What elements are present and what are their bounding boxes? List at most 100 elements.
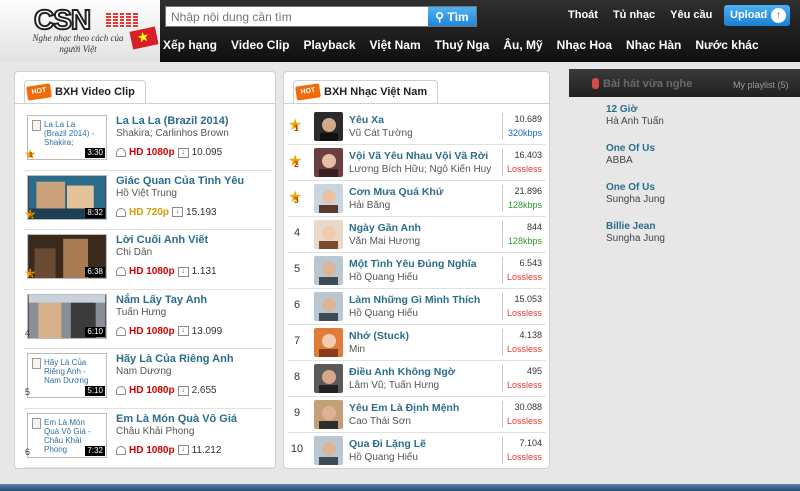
song-artist[interactable]: Lâm Vũ; Tuấn Hưng — [349, 380, 439, 391]
video-title[interactable]: Em Là Món Quà Vô Giá — [116, 413, 237, 425]
song-artist[interactable]: Cao Thái Sơn — [349, 416, 411, 427]
song-title[interactable]: Nhớ (Stuck) — [349, 330, 409, 342]
nav-item-us-uk[interactable]: Âu, Mỹ — [503, 38, 542, 52]
song-item[interactable]: ★ 3 Cơn Mưa Quá Khứ Hải Băng 21.896 128kb… — [288, 181, 546, 217]
my-playlist-link[interactable]: My playlist (5) — [733, 80, 789, 90]
recent-song-artist[interactable]: ABBA — [606, 155, 796, 166]
download-icon[interactable]: ↓ — [177, 445, 189, 455]
recent-song-item[interactable]: One Of Us ABBA — [606, 143, 796, 182]
recent-song-title[interactable]: Billie Jean — [606, 221, 796, 232]
video-artist[interactable]: Shakira; Carlinhos Brown — [116, 128, 229, 139]
artist-avatar[interactable] — [314, 220, 343, 249]
song-artist[interactable]: Lương Bích Hữu; Ngô Kiến Huy — [349, 164, 491, 175]
song-artist[interactable]: Hải Băng — [349, 200, 390, 211]
upload-button[interactable]: Upload ↑ — [724, 5, 790, 26]
video-artist[interactable]: Hồ Việt Trung — [116, 188, 177, 199]
recent-song-artist[interactable]: Sungha Jung — [606, 194, 796, 205]
song-title[interactable]: Điều Anh Không Ngờ — [349, 366, 455, 378]
artist-avatar[interactable] — [314, 292, 343, 321]
nav-item-vietnam[interactable]: Việt Nam — [370, 38, 421, 52]
video-item[interactable]: 6:38 ★ 3 Lời Cuối Anh Viết Chi Dân HD 108… — [24, 230, 272, 290]
song-artist[interactable]: Min — [349, 344, 365, 355]
song-item[interactable]: 4 Ngày Gần Anh Văn Mai Hương 844 128kbps — [288, 217, 546, 253]
logout-link[interactable]: Thoát — [568, 9, 598, 21]
video-thumbnail[interactable]: 8:32 — [27, 174, 107, 220]
song-title[interactable]: Vội Vã Yêu Nhau Vội Vã Rời — [349, 150, 488, 162]
artist-avatar[interactable] — [314, 184, 343, 213]
nav-item-playback[interactable]: Playback — [303, 38, 355, 52]
video-title[interactable]: Nắm Lấy Tay Anh — [116, 294, 207, 306]
request-link[interactable]: Yêu cầu — [670, 9, 712, 21]
search-input[interactable] — [166, 7, 428, 26]
my-music-link[interactable]: Tủ nhạc — [613, 9, 655, 21]
song-item[interactable]: 9 Yêu Em Là Định Mệnh Cao Thái Sơn 30.08… — [288, 397, 546, 433]
artist-avatar[interactable] — [314, 400, 343, 429]
nav-item-video-clip[interactable]: Video Clip — [231, 38, 289, 52]
video-item[interactable]: 6:10 4 Nắm Lấy Tay Anh Tuấn Hưng HD 1080… — [24, 290, 272, 349]
song-artist[interactable]: Hồ Quang Hiếu — [349, 272, 418, 283]
video-artist[interactable]: Tuấn Hưng — [116, 307, 166, 318]
artist-avatar[interactable] — [314, 112, 343, 141]
song-item[interactable]: 8 Điều Anh Không Ngờ Lâm Vũ; Tuấn Hưng 4… — [288, 361, 546, 397]
recent-song-title[interactable]: One Of Us — [606, 143, 796, 154]
song-artist[interactable]: Hồ Quang Hiếu — [349, 308, 418, 319]
video-title[interactable]: Giác Quan Của Tình Yêu — [116, 175, 244, 187]
artist-avatar[interactable] — [314, 364, 343, 393]
recent-song-artist[interactable]: Sungha Jung — [606, 233, 796, 244]
song-title[interactable]: Ngày Gần Anh — [349, 222, 421, 234]
site-logo[interactable]: CSN Nghe nhạc theo cách của người Việt ★ — [0, 0, 160, 62]
nav-item-chinese[interactable]: Nhạc Hoa — [557, 38, 612, 52]
download-icon[interactable]: ↓ — [172, 207, 184, 217]
song-item[interactable]: 5 Một Tình Yêu Đúng Nghĩa Hồ Quang Hiếu … — [288, 253, 546, 289]
nav-item-other[interactable]: Nước khác — [695, 38, 758, 52]
song-item[interactable]: 6 Làm Những Gì Mình Thích Hồ Quang Hiếu … — [288, 289, 546, 325]
recent-song-title[interactable]: One Of Us — [606, 182, 796, 193]
recent-songs-title[interactable]: Bài hát vừa nghe — [603, 78, 692, 90]
song-title[interactable]: Qua Đi Lặng Lẽ — [349, 438, 426, 450]
song-artist[interactable]: Văn Mai Hương — [349, 236, 420, 247]
video-artist[interactable]: Châu Khải Phong — [116, 426, 194, 437]
nav-item-thuy-nga[interactable]: Thuý Nga — [435, 38, 490, 52]
artist-avatar[interactable] — [314, 256, 343, 285]
song-item[interactable]: 10 Qua Đi Lặng Lẽ Hồ Quang Hiếu 7.104 Lo… — [288, 433, 546, 468]
video-title[interactable]: Lời Cuối Anh Viết — [116, 234, 208, 246]
song-chart-tab[interactable]: HOT BXH Nhạc Việt Nam — [293, 80, 439, 104]
video-thumbnail[interactable]: Hãy Là Của Riêng Anh - Nam Dương 5:10 — [27, 353, 107, 398]
video-thumbnail[interactable]: 6:10 — [27, 293, 107, 339]
video-item[interactable]: La La La (Brazil 2014) - Shakira; 3:30 ★… — [24, 111, 272, 171]
recent-song-artist[interactable]: Hà Anh Tuấn — [606, 116, 796, 127]
song-item[interactable]: ★ 2 Vội Vã Yêu Nhau Vội Vã Rời Lương Bích… — [288, 145, 546, 181]
song-item[interactable]: ★ 1 Yêu Xa Vũ Cát Tường 10.689 320kbps — [288, 109, 546, 145]
artist-avatar[interactable] — [314, 328, 343, 357]
download-icon[interactable]: ↓ — [177, 266, 189, 277]
video-item[interactable]: 8:32 ★ 2 Giác Quan Của Tình Yêu Hồ Việt T… — [24, 171, 272, 230]
artist-avatar[interactable] — [314, 436, 343, 465]
song-title[interactable]: Cơn Mưa Quá Khứ — [349, 186, 443, 198]
video-item[interactable]: Em Là Món Quà Vô Giá - Châu Khải Phong 7… — [24, 409, 272, 468]
video-artist[interactable]: Nam Dương — [116, 366, 172, 377]
video-title[interactable]: Hãy Là Của Riêng Anh — [116, 353, 234, 365]
video-thumbnail[interactable]: La La La (Brazil 2014) - Shakira; 3:30 — [27, 115, 107, 160]
song-artist[interactable]: Vũ Cát Tường — [349, 128, 413, 139]
download-icon[interactable]: ↓ — [177, 147, 189, 158]
recent-song-title[interactable]: 12 Giờ — [606, 104, 796, 115]
song-title[interactable]: Yêu Em Là Định Mệnh — [349, 402, 459, 414]
video-chart-tab[interactable]: HOT BXH Video Clip — [24, 80, 146, 104]
nav-item-ranking[interactable]: Xếp hạng — [163, 38, 217, 52]
nav-item-korean[interactable]: Nhạc Hàn — [626, 38, 681, 52]
video-thumbnail[interactable]: 6:38 — [27, 234, 107, 279]
song-title[interactable]: Yêu Xa — [349, 114, 384, 126]
search-button[interactable]: ⚲ Tìm — [428, 7, 476, 26]
song-title[interactable]: Làm Những Gì Mình Thích — [349, 294, 480, 306]
song-artist[interactable]: Hồ Quang Hiếu — [349, 452, 418, 463]
video-artist[interactable]: Chi Dân — [116, 247, 152, 258]
song-title[interactable]: Một Tình Yêu Đúng Nghĩa — [349, 258, 477, 270]
download-icon[interactable]: ↓ — [177, 326, 189, 336]
video-title[interactable]: La La La (Brazil 2014) — [116, 115, 229, 127]
song-item[interactable]: 7 Nhớ (Stuck) Min 4.138 Lossless — [288, 325, 546, 361]
recent-song-item[interactable]: One Of Us Sungha Jung — [606, 182, 796, 221]
download-icon[interactable]: ↓ — [177, 385, 189, 396]
video-thumbnail[interactable]: Em Là Món Quà Vô Giá - Châu Khải Phong 7… — [27, 412, 107, 458]
recent-song-item[interactable]: 12 Giờ Hà Anh Tuấn — [606, 104, 796, 143]
recent-song-item[interactable]: Billie Jean Sungha Jung — [606, 221, 796, 260]
